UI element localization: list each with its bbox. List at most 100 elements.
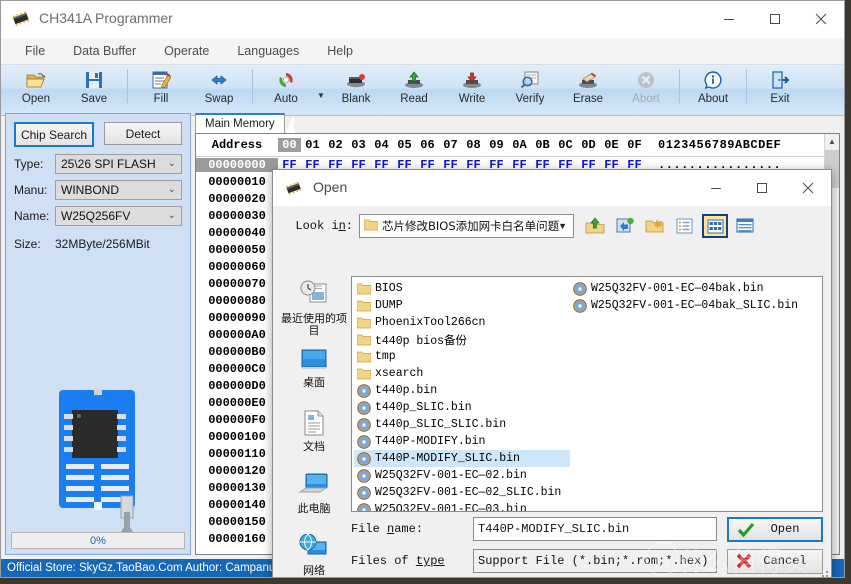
folder-list-item[interactable]: t440p bios备份 bbox=[354, 331, 570, 348]
place-network[interactable]: 网络 bbox=[281, 530, 347, 577]
hex-col-02[interactable]: 02 bbox=[324, 138, 347, 152]
hex-col-0f[interactable]: 0F bbox=[623, 138, 646, 152]
file-list-item[interactable]: W25Q32FV-001-EC—02.bin bbox=[354, 467, 570, 484]
dialog-minimize-icon[interactable] bbox=[693, 170, 739, 206]
chip-panel: Chip Search Detect Type: 25\26 SPI FLASH… bbox=[5, 113, 191, 555]
hex-col-0e[interactable]: 0E bbox=[600, 138, 623, 152]
place-desktop[interactable]: 桌面 bbox=[281, 344, 347, 406]
status-text: Official Store: SkyGz.TaoBao.Com Author:… bbox=[7, 562, 294, 574]
file-list-item[interactable]: W25Q32FV-001-EC—02_SLIC.bin bbox=[354, 484, 570, 501]
file-list-item[interactable]: T440P-MODIFY_SLIC.bin bbox=[354, 450, 570, 467]
hex-row-address: 000000D0 bbox=[208, 378, 266, 393]
toolbar-erase-button[interactable]: Erase bbox=[559, 65, 617, 116]
menu-file[interactable]: File bbox=[11, 41, 59, 61]
chip-type-value: 25\26 SPI FLASH bbox=[61, 157, 156, 171]
hex-col-04[interactable]: 04 bbox=[370, 138, 393, 152]
window-controls bbox=[706, 1, 844, 37]
toolbar-verify-button[interactable]: Verify bbox=[501, 65, 559, 116]
toolbar-auto-dropdown-icon[interactable]: ▼ bbox=[315, 65, 327, 119]
chip-manu-select[interactable]: WINBOND ⌄ bbox=[55, 180, 182, 200]
hex-col-01[interactable]: 01 bbox=[301, 138, 324, 152]
open-button[interactable]: Open bbox=[727, 516, 823, 542]
up-one-level-icon[interactable] bbox=[582, 214, 608, 238]
dialog-close-icon[interactable] bbox=[785, 170, 831, 206]
maximize-icon[interactable] bbox=[752, 1, 798, 37]
hex-col-09[interactable]: 09 bbox=[485, 138, 508, 152]
cancel-button[interactable]: Cancel bbox=[727, 548, 823, 574]
resize-grip[interactable] bbox=[818, 571, 828, 577]
toolbar-auto-button[interactable]: Auto bbox=[257, 65, 315, 116]
folder-list-item[interactable]: BIOS bbox=[354, 280, 570, 297]
file-list-item[interactable]: t440p.bin bbox=[354, 382, 570, 399]
new-folder-icon[interactable] bbox=[642, 214, 668, 238]
close-icon[interactable] bbox=[798, 1, 844, 37]
dialog-maximize-icon[interactable] bbox=[739, 170, 785, 206]
file-name-input[interactable]: T440P-MODIFY_SLIC.bin bbox=[473, 517, 717, 541]
menu-data-buffer[interactable]: Data Buffer bbox=[59, 41, 150, 61]
file-name-row: File name: T440P-MODIFY_SLIC.bin Open bbox=[351, 516, 823, 542]
list-view-icon[interactable] bbox=[702, 214, 728, 238]
hex-row-address: 00000030 bbox=[208, 208, 266, 223]
place-this-pc-label: 此电脑 bbox=[297, 502, 331, 515]
file-list[interactable]: BIOS DUMP PhoenixTool266cn t440p bios备份 tmp x… bbox=[351, 276, 823, 512]
chip-name-select[interactable]: W25Q256FV ⌄ bbox=[55, 206, 182, 226]
folder-list-item[interactable]: tmp bbox=[354, 348, 570, 365]
scroll-up-icon[interactable]: ▲ bbox=[825, 134, 839, 148]
menu-help[interactable]: Help bbox=[313, 41, 367, 61]
hex-col-0a[interactable]: 0A bbox=[508, 138, 531, 152]
file-list-item[interactable]: t440p_SLIC_SLIC.bin bbox=[354, 416, 570, 433]
toolbar-read-button[interactable]: Read bbox=[385, 65, 443, 116]
file-name-label: File name: bbox=[351, 522, 424, 536]
toolbar-fill-button[interactable]: Fill bbox=[132, 65, 190, 116]
file-list-item[interactable]: t440p_SLIC.bin bbox=[354, 399, 570, 416]
file-type-select[interactable]: Support File (*.bin;*.rom;*.hex) bbox=[473, 549, 717, 573]
hex-col-06[interactable]: 06 bbox=[416, 138, 439, 152]
tab-main-memory[interactable]: Main Memory bbox=[195, 113, 294, 135]
chip-search-button[interactable]: Chip Search bbox=[14, 122, 94, 147]
folder-icon bbox=[356, 366, 372, 381]
menu-operate[interactable]: Operate bbox=[150, 41, 223, 61]
chevron-down-icon[interactable]: ▼ bbox=[558, 221, 567, 231]
hex-col-0b[interactable]: 0B bbox=[531, 138, 554, 152]
hex-col-05[interactable]: 05 bbox=[393, 138, 416, 152]
file-name: t440p_SLIC.bin bbox=[375, 401, 472, 414]
toolbar-open-button[interactable]: Open bbox=[7, 65, 65, 116]
detect-button[interactable]: Detect bbox=[104, 122, 182, 145]
toolbar-exit-button[interactable]: Exit bbox=[751, 65, 809, 116]
toolbar-swap-button[interactable]: Swap bbox=[190, 65, 248, 116]
folder-list-item[interactable]: DUMP bbox=[354, 297, 570, 314]
minimize-icon[interactable] bbox=[706, 1, 752, 37]
file-list-item[interactable]: W25Q32FV-001-EC—04bak_SLIC.bin bbox=[570, 297, 798, 314]
toolbar-blank-button[interactable]: Blank bbox=[327, 65, 385, 116]
toolbar-about-label: About bbox=[697, 93, 729, 105]
folder-list-item[interactable]: xsearch bbox=[354, 365, 570, 382]
file-name: DUMP bbox=[375, 299, 403, 312]
hex-col-0c[interactable]: 0C bbox=[554, 138, 577, 152]
folder-list-item[interactable]: PhoenixTool266cn bbox=[354, 314, 570, 331]
view-menu-icon[interactable] bbox=[672, 214, 698, 238]
hex-col-00[interactable]: 00 bbox=[278, 138, 301, 152]
hex-col-08[interactable]: 08 bbox=[462, 138, 485, 152]
hex-col-0d[interactable]: 0D bbox=[577, 138, 600, 152]
file-name: W25Q32FV-001-EC—04bak_SLIC.bin bbox=[591, 299, 799, 312]
place-this-pc[interactable]: 此电脑 bbox=[281, 468, 347, 530]
toolbar-write-button[interactable]: Write bbox=[443, 65, 501, 116]
look-in-value: 芯片修改BIOS添加网卡白名单问题 bbox=[382, 219, 560, 233]
hex-header: Address 00 01 02 03 04 05 06 07 08 09 0A… bbox=[196, 134, 839, 157]
hex-col-03[interactable]: 03 bbox=[347, 138, 370, 152]
open-button-label: Open bbox=[770, 522, 800, 536]
details-view-icon[interactable] bbox=[732, 214, 758, 238]
chip-type-select[interactable]: 25\26 SPI FLASH ⌄ bbox=[55, 154, 182, 174]
chevron-down-icon: ⌄ bbox=[167, 184, 176, 195]
place-recent-items[interactable]: 最近使用的项目 bbox=[281, 276, 347, 344]
hex-col-07[interactable]: 07 bbox=[439, 138, 462, 152]
file-list-item[interactable]: W25Q32FV-001-EC—03.bin bbox=[354, 501, 570, 511]
toolbar-save-button[interactable]: Save bbox=[65, 65, 123, 116]
menu-languages[interactable]: Languages bbox=[223, 41, 313, 61]
file-list-item[interactable]: W25Q32FV-001-EC—04bak.bin bbox=[570, 280, 790, 297]
toolbar-about-button[interactable]: About bbox=[684, 65, 742, 116]
recent-places-icon[interactable] bbox=[612, 214, 638, 238]
look-in-combo[interactable]: 芯片修改BIOS添加网卡白名单问题 ▼ bbox=[359, 214, 574, 238]
place-documents[interactable]: 文档 bbox=[281, 406, 347, 468]
file-list-item[interactable]: T440P-MODIFY.bin bbox=[354, 433, 570, 450]
